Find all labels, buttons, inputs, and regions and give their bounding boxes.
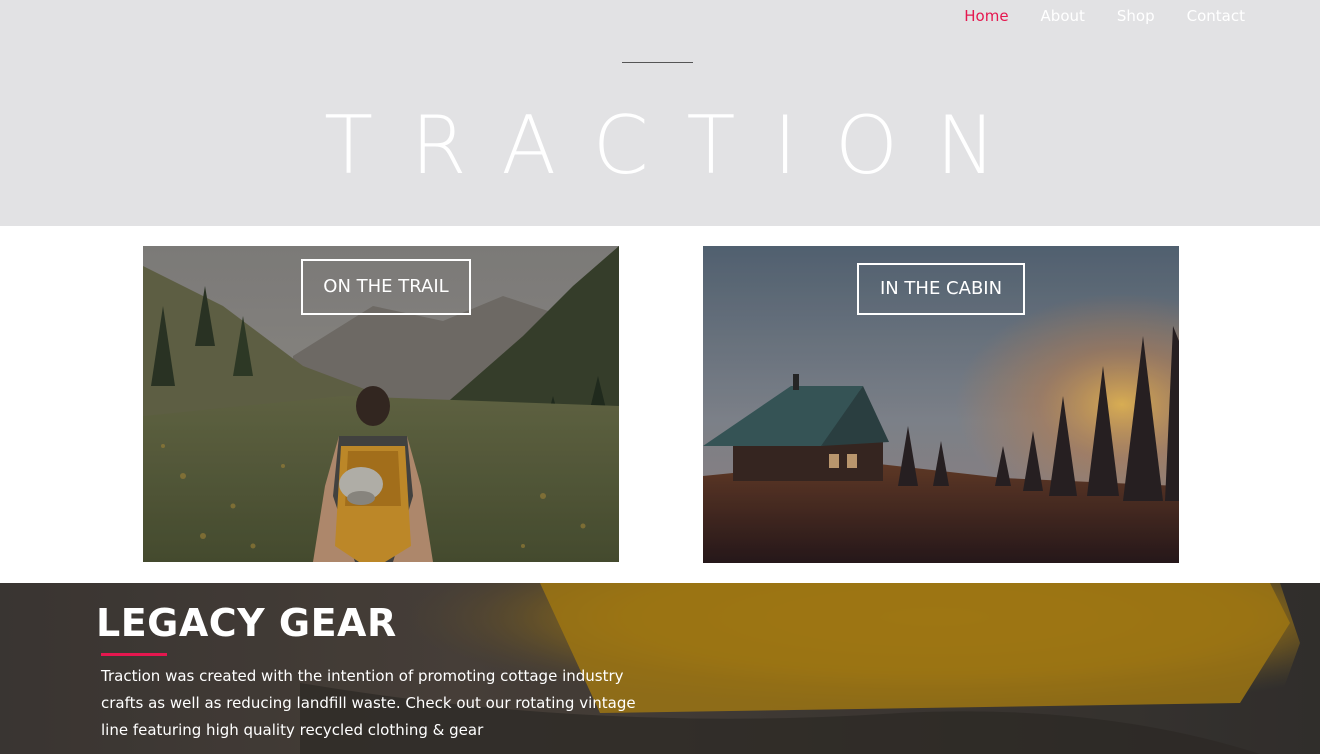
legacy-description: Traction was created with the intention … <box>101 667 636 739</box>
nav-link-shop[interactable]: Shop <box>1117 6 1155 26</box>
card-in-the-cabin[interactable]: IN THE CABIN <box>703 246 1179 563</box>
hero-header: Home About Shop Contact TRACTION <box>0 0 1320 226</box>
hero-divider <box>622 62 693 63</box>
main-nav: Home About Shop Contact <box>964 6 1245 26</box>
nav-link-home[interactable]: Home <box>964 6 1008 26</box>
legacy-accent-rule <box>101 653 167 656</box>
card-on-the-trail[interactable]: ON THE TRAIL <box>143 246 619 562</box>
legacy-gear-section: LEGACY GEAR Traction was created with th… <box>0 583 1320 754</box>
site-title: TRACTION <box>324 99 1034 192</box>
nav-link-contact[interactable]: Contact <box>1187 6 1245 26</box>
nav-link-about[interactable]: About <box>1041 6 1085 26</box>
card-label-cabin[interactable]: IN THE CABIN <box>857 263 1025 315</box>
card-label-trail[interactable]: ON THE TRAIL <box>301 259 471 315</box>
legacy-title: LEGACY GEAR <box>96 601 397 645</box>
